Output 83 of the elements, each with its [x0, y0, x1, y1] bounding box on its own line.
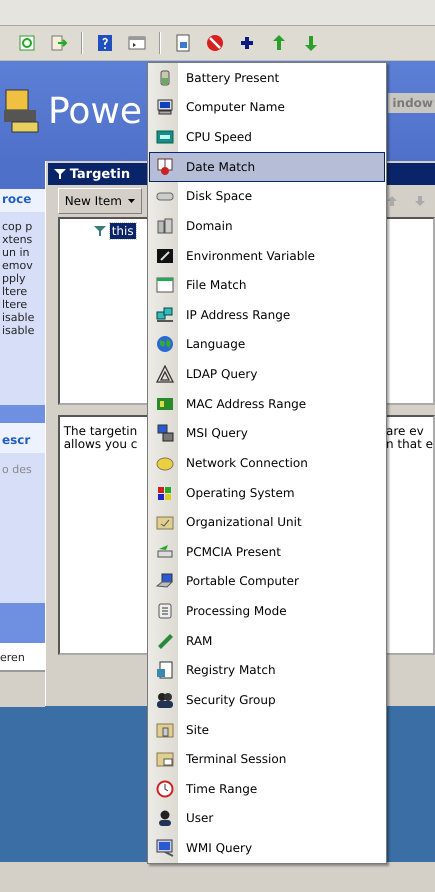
pane-text: cop p	[2, 220, 34, 233]
menu-item[interactable]: Computer Name	[149, 92, 385, 122]
menu-item[interactable]: MSI Query	[149, 418, 385, 448]
help-button[interactable]	[95, 33, 115, 53]
servers-icon	[156, 216, 174, 235]
new-item-button[interactable]: New Item	[58, 188, 142, 214]
dialog-title: Targetin	[70, 166, 130, 182]
app-title: Powe	[48, 90, 142, 132]
menu-item[interactable]: Time Range	[149, 774, 385, 804]
computer-icon	[156, 98, 174, 116]
menu-item[interactable]: Portable Computer	[149, 566, 385, 596]
pane-text: un in	[2, 246, 30, 259]
tree-node[interactable]: this	[110, 223, 136, 239]
globe-icon	[156, 335, 174, 354]
pane-header-bar	[0, 603, 45, 643]
menu-item[interactable]: Security Group	[149, 685, 385, 715]
folder-icon	[156, 750, 174, 768]
stop-button[interactable]	[205, 33, 225, 53]
menu-item[interactable]: Terminal Session	[149, 744, 385, 774]
stop-icon	[206, 34, 224, 52]
pane-text: ltere	[2, 298, 28, 311]
menu-item[interactable]: Disk Space	[149, 182, 385, 212]
document-icon	[156, 661, 174, 680]
menu-item[interactable]: Processing Mode	[149, 596, 385, 626]
pane-text: eren	[0, 643, 45, 672]
header-banner	[0, 161, 45, 189]
menu-item[interactable]: Date Match	[149, 152, 385, 182]
menu-item[interactable]: Registry Match	[149, 656, 385, 686]
monitor-icon	[156, 839, 174, 858]
menu-item[interactable]: Organizational Unit	[149, 507, 385, 537]
chip-icon	[156, 128, 174, 146]
document-icon	[174, 34, 192, 52]
folder-icon	[156, 720, 174, 739]
menu-item[interactable]: PCMCIA Present	[149, 537, 385, 567]
pane-text: ltere	[2, 285, 28, 298]
pane-text: isable	[2, 324, 36, 337]
filter-icon	[54, 168, 66, 180]
caret-icon	[128, 199, 135, 203]
pane-text: pply	[2, 272, 27, 285]
menu-item[interactable]: Domain	[149, 211, 385, 241]
pane-text: xtens	[2, 233, 34, 246]
menu-item[interactable]: RAM	[149, 626, 385, 656]
filter-icon	[94, 225, 106, 237]
panel-icon	[128, 34, 146, 52]
menu-item[interactable]: Site	[149, 714, 385, 744]
refresh-icon	[18, 34, 36, 52]
pane-text: o des	[1, 462, 33, 476]
menu-item[interactable]: IP Address Range	[149, 300, 385, 330]
description-text: n that e	[386, 438, 433, 451]
section-heading: roce	[0, 189, 45, 212]
triangle-icon	[156, 365, 174, 384]
terminal-icon	[156, 246, 174, 265]
scroll-icon	[156, 602, 174, 620]
menu-item[interactable]: File Match	[149, 270, 385, 300]
clock-icon	[156, 780, 174, 798]
section-heading: escr	[0, 423, 45, 453]
pane-text: emov	[2, 259, 34, 272]
description-text: allows you c	[64, 438, 138, 451]
laptop-icon	[156, 572, 174, 590]
menu-item[interactable]: WMI Query	[149, 833, 385, 863]
pane-header-bar	[0, 405, 45, 423]
menu-item[interactable]: Battery Present	[149, 63, 385, 93]
user-icon	[156, 809, 174, 828]
calendar-icon	[156, 158, 174, 176]
help-icon	[96, 34, 114, 52]
refresh-button[interactable]	[17, 33, 37, 53]
menu-item[interactable]: User	[149, 804, 385, 834]
export-button[interactable]	[49, 33, 69, 53]
menu-item[interactable]: MAC Address Range	[149, 388, 385, 418]
description-text: are ev	[386, 425, 425, 438]
menu-item[interactable]: Operating System	[149, 478, 385, 508]
users-icon	[156, 690, 174, 709]
menu-item[interactable]: Language	[149, 330, 385, 360]
menu-item[interactable]: Network Connection	[149, 448, 385, 478]
description-text: The targetin	[64, 425, 138, 438]
network-icon	[156, 306, 174, 324]
menu-item[interactable]: Environment Variable	[149, 240, 385, 270]
export-icon	[50, 34, 68, 52]
menu-item[interactable]: LDAP Query	[149, 359, 385, 389]
pane-text: isable	[2, 311, 36, 324]
plus-icon	[238, 34, 256, 52]
menu-item[interactable]: CPU Speed	[149, 122, 385, 152]
window-icon	[156, 276, 174, 294]
